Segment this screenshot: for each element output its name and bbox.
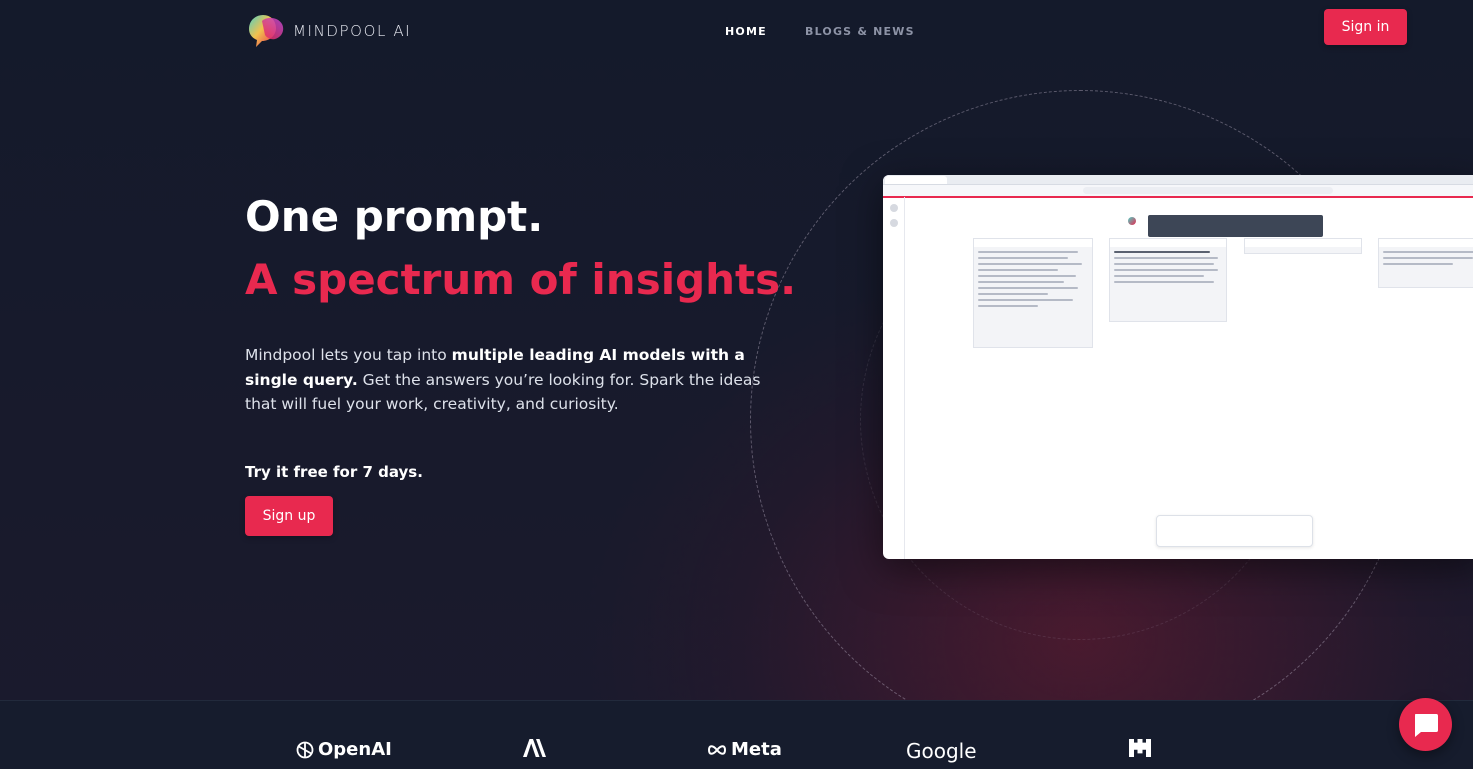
- anthropic-logo: [522, 739, 548, 757]
- screenshot-tabbar: [883, 175, 1473, 185]
- screenshot-logo-icon: [1128, 217, 1136, 225]
- openai-knot-icon: [296, 741, 314, 758]
- screenshot-settings-icon: [889, 219, 898, 227]
- hero-description-prefix: Mindpool lets you tap into: [245, 346, 452, 364]
- screenshot-text-line: [1383, 257, 1473, 259]
- sign-in-button[interactable]: Sign in: [1324, 9, 1407, 45]
- meta-logo-text: Meta: [731, 739, 782, 760]
- screenshot-text-line: [1114, 269, 1218, 271]
- screenshot-text-line: [1114, 275, 1204, 277]
- screenshot-text-line: [1114, 251, 1210, 253]
- meta-infinity-icon: [707, 744, 727, 755]
- google-logo-text: Google: [906, 739, 977, 763]
- screenshot-panel-4: [1378, 238, 1473, 288]
- screenshot-text-line: [1114, 263, 1214, 265]
- product-screenshot: [883, 175, 1473, 559]
- screenshot-panel-header: [974, 239, 1092, 247]
- screenshot-panel-1: [973, 238, 1093, 348]
- screenshot-panel-3: [1244, 238, 1362, 254]
- chat-icon: [1415, 714, 1438, 737]
- chat-widget-button[interactable]: [1399, 698, 1452, 751]
- screenshot-text-line: [978, 263, 1082, 265]
- screenshot-tooltip: [1148, 215, 1323, 237]
- partner-logos-bar: OpenAI Meta Google: [0, 700, 1473, 769]
- meta-logo: Meta: [706, 739, 782, 760]
- screenshot-text-line: [1383, 251, 1473, 253]
- screenshot-text-line: [978, 281, 1064, 283]
- mistral-icon: [1129, 739, 1151, 757]
- screenshot-text-line: [978, 299, 1073, 301]
- screenshot-text-line: [978, 269, 1058, 271]
- screenshot-urlbar: [883, 185, 1473, 198]
- screenshot-chat-input: [1156, 515, 1313, 547]
- screenshot-panel-header: [1110, 239, 1226, 247]
- google-logo: Google: [906, 739, 977, 763]
- screenshot-text-line: [978, 305, 1038, 307]
- anthropic-icon: [523, 739, 546, 757]
- hero-subtitle: A spectrum of insights.: [245, 255, 797, 304]
- screenshot-text-line: [1114, 281, 1214, 283]
- openai-logo: OpenAI: [295, 739, 392, 760]
- screenshot-text-line: [978, 257, 1068, 259]
- screenshot-text-line: [978, 287, 1078, 289]
- screenshot-panel-2: [1109, 238, 1227, 322]
- screenshot-url: [1083, 187, 1333, 194]
- hero-title: One prompt.: [245, 192, 544, 241]
- nav-blogs-news-link[interactable]: BLOGS & NEWS: [805, 25, 915, 38]
- screenshot-panel-header: [1245, 239, 1361, 247]
- screenshot-text-line: [978, 251, 1078, 253]
- brand-name: MINDPOOL AI: [293, 22, 412, 40]
- screenshot-panel-header: [1379, 239, 1473, 247]
- screenshot-text-line: [1114, 257, 1218, 259]
- screenshot-tab: [885, 176, 947, 184]
- top-nav: MINDPOOL AI HOME BLOGS & NEWS Sign in: [0, 0, 1473, 60]
- screenshot-text-line: [1383, 263, 1453, 265]
- screenshot-sidebar: [883, 197, 1136, 559]
- nav-home-link[interactable]: HOME: [725, 25, 767, 38]
- free-trial-text: Try it free for 7 days.: [245, 463, 423, 481]
- openai-logo-text: OpenAI: [318, 739, 392, 760]
- logo-icon: [249, 15, 284, 47]
- hero-description: Mindpool lets you tap into multiple lead…: [245, 343, 765, 417]
- screenshot-chat-icon: [889, 204, 898, 212]
- brand-logo[interactable]: MINDPOOL AI: [245, 13, 411, 49]
- screenshot-text-line: [978, 275, 1076, 277]
- screenshot-text-line: [978, 293, 1048, 295]
- mistral-logo: [1129, 739, 1151, 757]
- sign-up-button[interactable]: Sign up: [245, 496, 333, 536]
